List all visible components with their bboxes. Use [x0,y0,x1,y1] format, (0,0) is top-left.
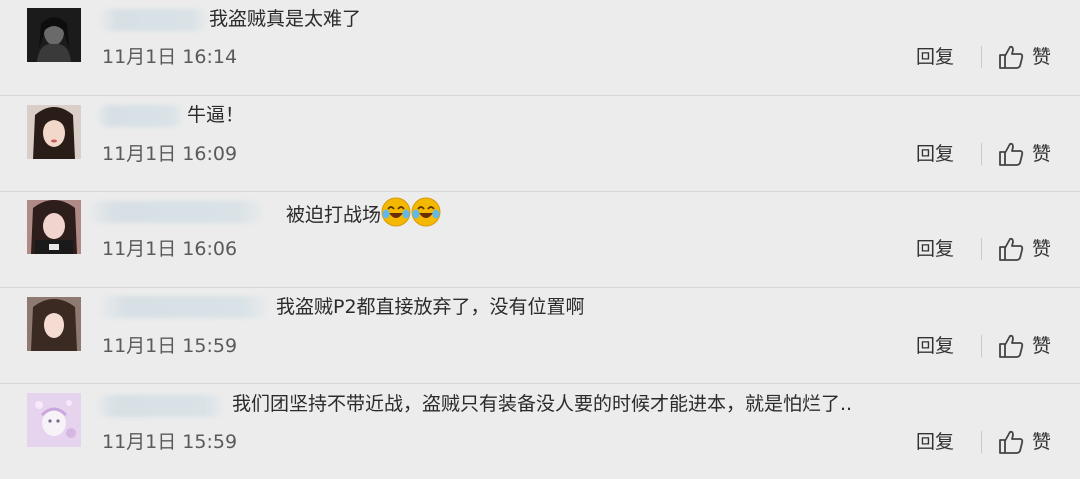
action-divider [981,431,982,453]
thumbs-up-icon [999,237,1024,261]
reply-button[interactable]: 回复 [916,142,954,166]
comment-item: 我盗贼真是太难了 11月1日 16:14 回复 赞 [0,0,1080,96]
reply-button[interactable]: 回复 [916,45,954,69]
comment-timestamp: 11月1日 16:09 [102,143,238,165]
avatar[interactable] [27,200,81,254]
reply-button[interactable]: 回复 [916,334,954,358]
action-divider [981,335,982,357]
like-label: 赞 [1032,431,1052,453]
comment-timestamp: 11月1日 15:59 [102,431,238,453]
avatar[interactable] [27,105,81,159]
comment-text-content: 被迫打战场 [286,204,382,226]
username-redacted[interactable] [100,9,208,31]
comment-timestamp: 11月1日 16:06 [102,238,238,260]
like-button[interactable]: 赞 [998,333,1051,359]
thumbs-up-icon [999,45,1024,69]
avatar[interactable] [27,297,81,351]
comment-item: 我盗贼P2都直接放弃了，没有位置啊 11月1日 15:59 回复 赞 [0,288,1080,384]
comment-list: 我盗贼真是太难了 11月1日 16:14 回复 赞 牛逼！ 11月1日 16:0… [0,0,1080,470]
action-divider [981,46,982,68]
action-divider [981,143,982,165]
like-label: 赞 [1032,143,1052,165]
like-button[interactable]: 赞 [998,236,1051,262]
avatar[interactable] [27,393,81,447]
reply-button[interactable]: 回复 [916,237,954,261]
laugh-cry-emoji-icon [411,197,441,227]
like-button[interactable]: 赞 [998,44,1051,70]
like-button[interactable]: 赞 [998,141,1051,167]
comment-item: 我们团坚持不带近战，盗贼只有装备没人要的时候才能进本，就是怕烂了.. 11月1日… [0,384,1080,479]
comment-timestamp: 11月1日 16:14 [102,46,238,68]
comment-text: 我们团坚持不带近战，盗贼只有装备没人要的时候才能进本，就是怕烂了.. [232,393,853,415]
reply-button[interactable]: 回复 [916,430,954,454]
like-label: 赞 [1032,335,1052,357]
comment-text: 牛逼！ [187,104,245,126]
like-label: 赞 [1032,238,1052,260]
like-label: 赞 [1032,46,1052,68]
comment-text: 我盗贼真是太难了 [209,8,362,30]
comment-item: 被迫打战场 11月1日 16:06 回复 赞 [0,192,1080,288]
thumbs-up-icon [999,334,1024,358]
comment-item: 牛逼！ 11月1日 16:09 回复 赞 [0,96,1080,192]
username-redacted[interactable] [100,296,268,318]
laugh-cry-emoji-icon [381,197,411,227]
avatar[interactable] [27,8,81,62]
comment-timestamp: 11月1日 15:59 [102,335,238,357]
like-button[interactable]: 赞 [998,429,1051,455]
comment-text: 被迫打战场 [286,197,441,228]
comment-text: 我盗贼P2都直接放弃了，没有位置啊 [276,296,585,318]
username-redacted[interactable] [88,201,264,223]
username-redacted[interactable] [96,395,224,417]
thumbs-up-icon [999,142,1024,166]
action-divider [981,238,982,260]
username-redacted[interactable] [96,105,184,127]
thumbs-up-icon [999,430,1024,454]
